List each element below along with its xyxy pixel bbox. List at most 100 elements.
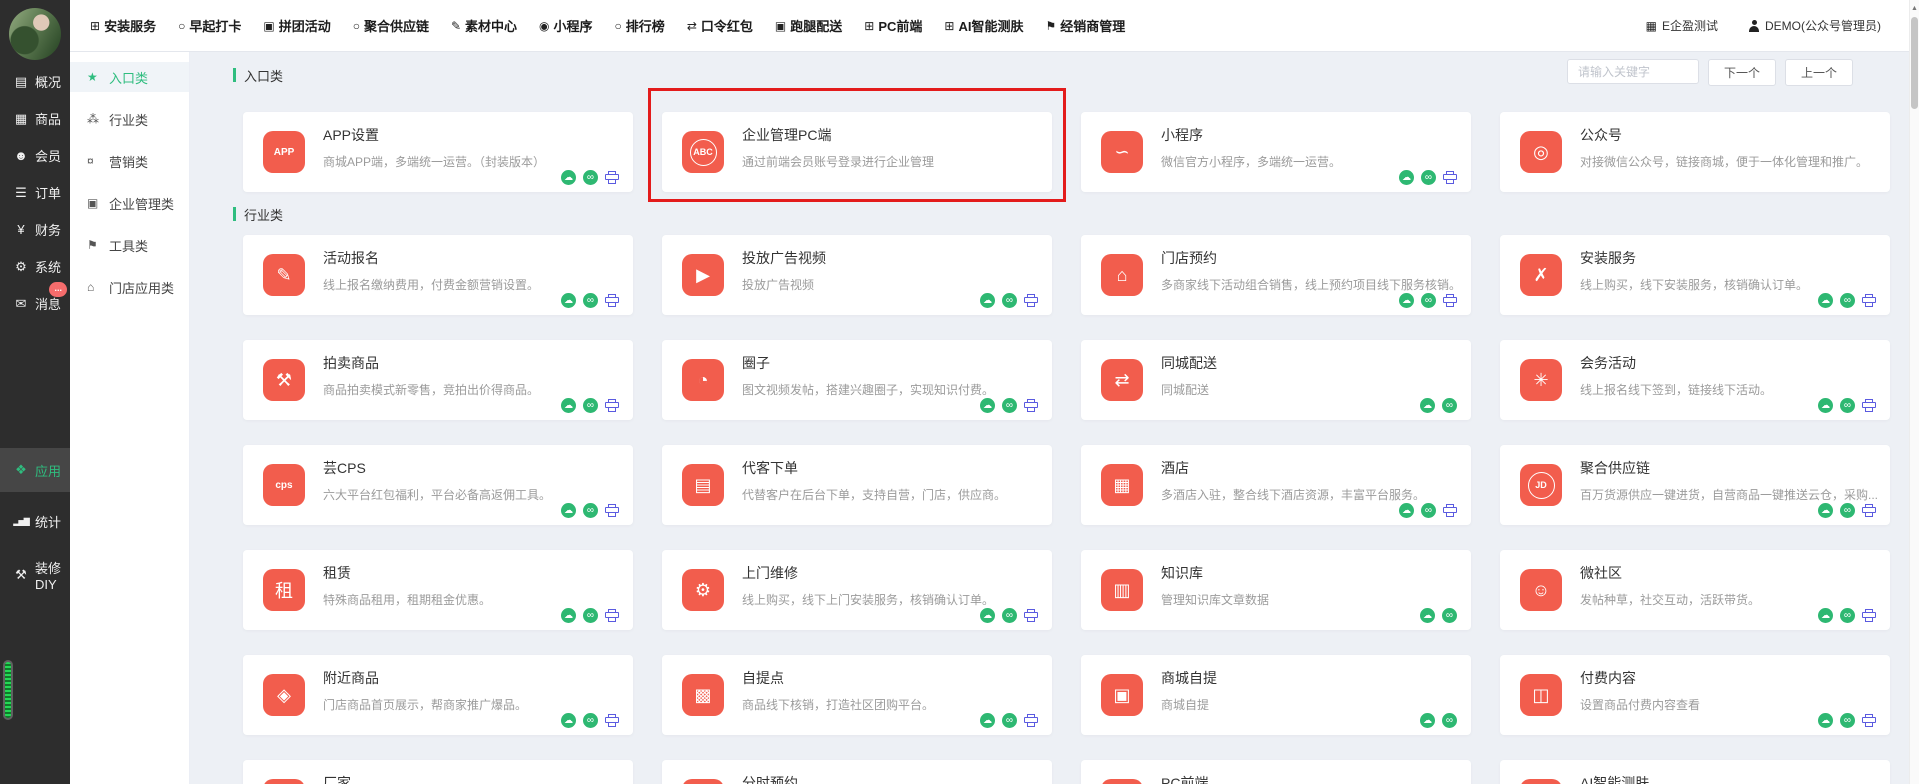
- avatar[interactable]: [9, 8, 61, 60]
- sidebar-item-财务[interactable]: ¥财务: [0, 211, 70, 248]
- app-card-APP设置[interactable]: APPAPP设置商城APP端，多端统一运营。（封装版本）☁∞: [243, 112, 633, 192]
- app-card-门店预约[interactable]: ⌂门店预约多商家线下活动组合销售，线上预约项目线下服务核销。☁∞: [1081, 235, 1471, 315]
- link-icon[interactable]: ∞: [583, 713, 598, 728]
- topnav-item-口令红包[interactable]: ⇄口令红包: [687, 16, 753, 35]
- printer-icon[interactable]: [1862, 714, 1876, 727]
- sidebar-item-概况[interactable]: ▤概况: [0, 63, 70, 100]
- cloud-download-icon[interactable]: ☁: [1399, 170, 1414, 185]
- cloud-download-icon[interactable]: ☁: [1818, 503, 1833, 518]
- cloud-download-icon[interactable]: ☁: [561, 713, 576, 728]
- cloud-download-icon[interactable]: ☁: [980, 398, 995, 413]
- catnav-item-工具类[interactable]: ⚑工具类: [70, 230, 189, 260]
- link-icon[interactable]: ∞: [1421, 293, 1436, 308]
- link-icon[interactable]: ∞: [1840, 398, 1855, 413]
- app-card-厂家[interactable]: ⌂厂家: [243, 760, 633, 784]
- topnav-item-拼团活动[interactable]: ▣拼团活动: [263, 16, 330, 35]
- next-button[interactable]: 下一个: [1708, 59, 1776, 86]
- cloud-download-icon[interactable]: ☁: [980, 713, 995, 728]
- cloud-download-icon[interactable]: ☁: [980, 608, 995, 623]
- topnav-item-聚合供应链[interactable]: ○聚合供应链: [353, 16, 429, 35]
- app-card-小程序[interactable]: ∽小程序微信官方小程序，多端统一运营。☁∞: [1081, 112, 1471, 192]
- link-icon[interactable]: ∞: [1840, 713, 1855, 728]
- catnav-item-入口类[interactable]: ★入口类: [70, 62, 189, 92]
- cloud-download-icon[interactable]: ☁: [1399, 293, 1414, 308]
- link-icon[interactable]: ∞: [583, 293, 598, 308]
- user-menu[interactable]: DEMO(公众号管理员): [1748, 17, 1881, 34]
- app-card-公众号[interactable]: ◎公众号对接微信公众号，链接商城，便于一体化管理和推广。: [1500, 112, 1890, 192]
- cloud-download-icon[interactable]: ☁: [561, 503, 576, 518]
- topnav-item-PC前端[interactable]: ⊞PC前端: [864, 16, 922, 35]
- link-icon[interactable]: ∞: [1002, 293, 1017, 308]
- app-card-安装服务[interactable]: ✗安装服务线上购买，线下安装服务，核销确认订单。☁∞: [1500, 235, 1890, 315]
- topnav-item-跑腿配送[interactable]: ▣跑腿配送: [775, 16, 842, 35]
- app-card-活动报名[interactable]: ✎活动报名线上报名缴纳费用，付费金额营销设置。☁∞: [243, 235, 633, 315]
- app-card-付费内容[interactable]: ◫付费内容设置商品付费内容查看☁∞: [1500, 655, 1890, 735]
- app-card-PC前端[interactable]: PCPC前端: [1081, 760, 1471, 784]
- cloud-download-icon[interactable]: ☁: [1818, 608, 1833, 623]
- app-card-圈子[interactable]: ◔圈子图文视频发帖，搭建兴趣圈子，实现知识付费。☁∞: [662, 340, 1052, 420]
- link-icon[interactable]: ∞: [1442, 608, 1457, 623]
- cloud-download-icon[interactable]: ☁: [561, 293, 576, 308]
- catnav-item-营销类[interactable]: ¤营销类: [70, 146, 189, 176]
- app-card-芸CPS[interactable]: cps芸CPS六大平台红包福利，平台必备高返佣工具。☁∞: [243, 445, 633, 525]
- scrollbar-up-arrow[interactable]: ▲: [1910, 0, 1919, 12]
- app-card-附近商品[interactable]: ◈附近商品门店商品首页展示，帮商家推广爆品。☁∞: [243, 655, 633, 735]
- sidebar-item-消息[interactable]: ✉消息...: [0, 285, 70, 322]
- printer-icon[interactable]: [1024, 714, 1038, 727]
- topnav-item-素材中心[interactable]: ✎素材中心: [451, 16, 517, 35]
- link-icon[interactable]: ∞: [1002, 608, 1017, 623]
- browser-scrollbar[interactable]: ▲: [1909, 0, 1919, 784]
- cloud-download-icon[interactable]: ☁: [1818, 713, 1833, 728]
- link-icon[interactable]: ∞: [1002, 398, 1017, 413]
- printer-icon[interactable]: [1862, 399, 1876, 412]
- catnav-item-企业管理类[interactable]: ▣企业管理类: [70, 188, 189, 218]
- printer-icon[interactable]: [1443, 171, 1457, 184]
- link-icon[interactable]: ∞: [1840, 608, 1855, 623]
- app-card-自提点[interactable]: ▩自提点商品线下核销，打造社区团购平台。☁∞: [662, 655, 1052, 735]
- printer-icon[interactable]: [1862, 504, 1876, 517]
- sidebar-item-统计[interactable]: ▂▅▇统计: [0, 503, 70, 540]
- sidebar-item-会员[interactable]: ☻会员: [0, 137, 70, 174]
- topnav-item-早起打卡[interactable]: ○早起打卡: [178, 16, 241, 35]
- printer-icon[interactable]: [1024, 609, 1038, 622]
- search-input[interactable]: [1567, 59, 1699, 84]
- cloud-download-icon[interactable]: ☁: [561, 170, 576, 185]
- scroll-indicator[interactable]: [3, 660, 13, 720]
- topnav-item-小程序[interactable]: ◉小程序: [539, 16, 593, 35]
- app-card-投放广告视频[interactable]: ▶投放广告视频投放广告视频☁∞: [662, 235, 1052, 315]
- link-icon[interactable]: ∞: [583, 503, 598, 518]
- printer-icon[interactable]: [1862, 294, 1876, 307]
- app-card-拍卖商品[interactable]: ⚒拍卖商品商品拍卖模式新零售，竞拍出价得商品。☁∞: [243, 340, 633, 420]
- app-card-代客下单[interactable]: ▤代客下单代替客户在后台下单，支持自营，门店，供应商。: [662, 445, 1052, 525]
- app-card-聚合供应链[interactable]: JD聚合供应链百万货源供应一键进货，自营商品一键推送云仓，采购...☁∞: [1500, 445, 1890, 525]
- cloud-download-icon[interactable]: ☁: [980, 293, 995, 308]
- printer-icon[interactable]: [605, 504, 619, 517]
- printer-icon[interactable]: [605, 294, 619, 307]
- app-card-AI智能测肤[interactable]: AIAI智能测肤: [1500, 760, 1890, 784]
- link-icon[interactable]: ∞: [1442, 398, 1457, 413]
- link-icon[interactable]: ∞: [583, 608, 598, 623]
- app-card-同城配送[interactable]: ⇄同城配送同城配送☁∞: [1081, 340, 1471, 420]
- sidebar-item-系统[interactable]: ⚙系统: [0, 248, 70, 285]
- printer-icon[interactable]: [605, 399, 619, 412]
- cloud-download-icon[interactable]: ☁: [1420, 398, 1435, 413]
- sidebar-item-订单[interactable]: ☰订单: [0, 174, 70, 211]
- app-card-商城自提[interactable]: ▣商城自提商城自提☁∞: [1081, 655, 1471, 735]
- topnav-item-AI智能测肤[interactable]: ⊞AI智能测肤: [944, 16, 1023, 35]
- printer-icon[interactable]: [1862, 609, 1876, 622]
- scrollbar-thumb[interactable]: [1911, 17, 1918, 109]
- app-card-租赁[interactable]: 租租赁特殊商品租用，租期租金优惠。☁∞: [243, 550, 633, 630]
- link-icon[interactable]: ∞: [1442, 713, 1457, 728]
- topnav-item-排行榜[interactable]: ○排行榜: [615, 16, 665, 35]
- sidebar-item-应用[interactable]: ❖应用: [0, 448, 70, 492]
- sidebar-item-装修DIY[interactable]: ⚒装修DIY: [0, 556, 70, 593]
- topnav-item-安装服务[interactable]: ⊞安装服务: [90, 16, 156, 35]
- app-card-酒店[interactable]: ▦酒店多酒店入驻，整合线下酒店资源，丰富平台服务。☁∞: [1081, 445, 1471, 525]
- cloud-download-icon[interactable]: ☁: [1818, 398, 1833, 413]
- printer-icon[interactable]: [1443, 504, 1457, 517]
- cloud-download-icon[interactable]: ☁: [1420, 608, 1435, 623]
- catnav-item-门店应用类[interactable]: ⌂门店应用类: [70, 272, 189, 302]
- printer-icon[interactable]: [605, 171, 619, 184]
- printer-icon[interactable]: [605, 609, 619, 622]
- app-card-企业管理PC端[interactable]: ABC企业管理PC端通过前端会员账号登录进行企业管理: [662, 112, 1052, 192]
